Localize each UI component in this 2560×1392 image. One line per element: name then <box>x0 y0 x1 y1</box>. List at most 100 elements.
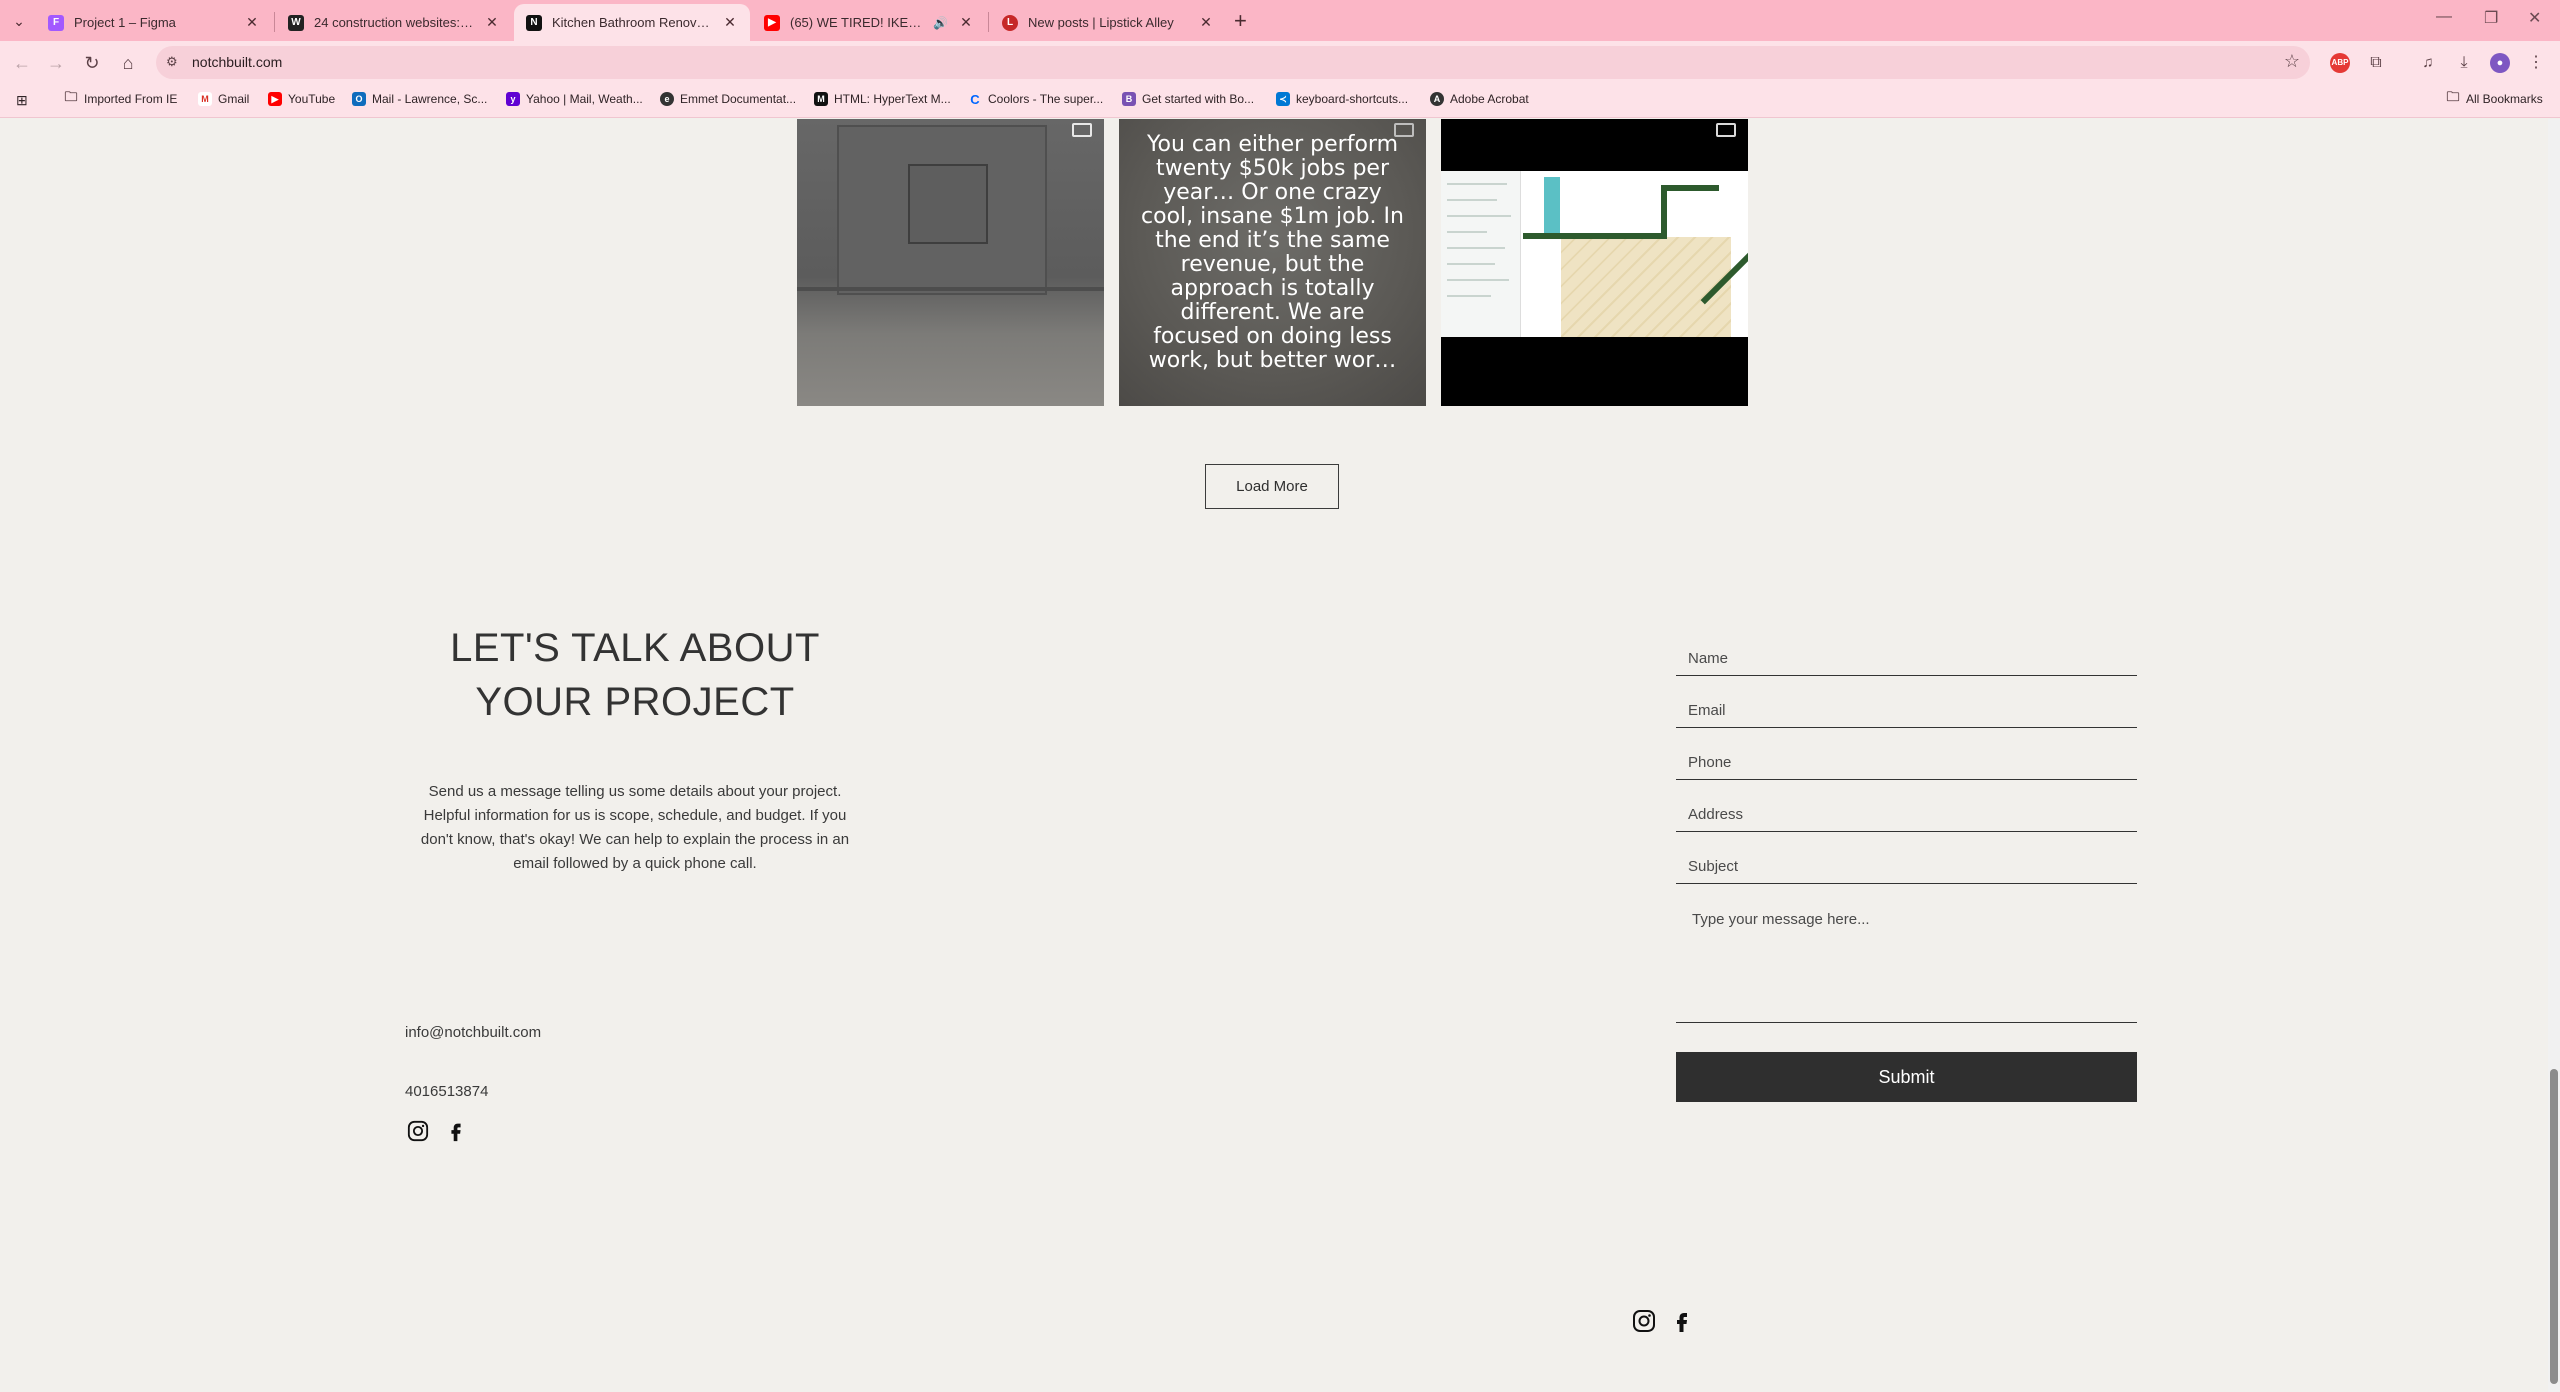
tab-title: New posts | Lipstick Alley <box>1028 15 1174 30</box>
bookmark-label: YouTube <box>288 92 336 106</box>
floor-plan-image <box>1441 171 1748 337</box>
youtube-icon: ▶ <box>268 92 282 106</box>
bookmark-label: keyboard-shortcuts... <box>1296 92 1409 106</box>
tab-notchbuilt[interactable]: N Kitchen Bathroom Renovations ✕ <box>514 4 750 41</box>
wix-icon: W <box>288 14 304 31</box>
acrobat-icon: A <box>1430 92 1444 106</box>
yahoo-icon: y <box>506 92 520 106</box>
new-tab-icon[interactable]: + <box>1234 8 1247 34</box>
facebook-icon[interactable] <box>1670 1309 1694 1333</box>
close-icon[interactable]: ✕ <box>244 14 260 31</box>
contact-email-link[interactable]: info@notchbuilt.com <box>405 1024 541 1041</box>
audio-playing-icon[interactable]: 🔊 <box>933 16 948 30</box>
instagram-icon[interactable] <box>1632 1309 1656 1333</box>
page-content: You can either perform twenty $50k jobs … <box>0 119 2548 1392</box>
bookmark-vscode-shortcuts[interactable]: ≺ keyboard-shortcuts... <box>1276 92 1408 106</box>
plan-sidebar <box>1441 171 1521 337</box>
home-icon[interactable]: ⌂ <box>116 51 140 75</box>
tab-construction-websites[interactable]: W 24 construction websites: exam ✕ <box>276 4 512 41</box>
bookmark-emmet[interactable]: e Emmet Documentat... <box>660 92 796 106</box>
bookmark-imported-from-ie[interactable]: 🗀 Imported From IE <box>64 89 178 106</box>
close-icon[interactable]: ✕ <box>722 14 738 31</box>
menu-icon[interactable]: ⋮ <box>2526 53 2546 73</box>
gmail-icon: M <box>198 92 212 106</box>
extensions-icon[interactable]: ⧉ <box>2366 53 2386 73</box>
facebook-icon[interactable] <box>444 1119 468 1143</box>
restore-icon[interactable]: ❐ <box>2484 8 2498 28</box>
bookmark-label: Imported From IE <box>84 92 178 106</box>
instagram-post-floor-plan[interactable] <box>1441 119 1748 406</box>
name-field[interactable] <box>1676 641 2137 676</box>
bookmark-yahoo[interactable]: y Yahoo | Mail, Weath... <box>506 92 643 106</box>
tab-title: (65) WE TIRED! IKECHI IS A <box>790 15 923 30</box>
contact-phone: 4016513874 <box>405 1083 489 1100</box>
close-icon[interactable]: ✕ <box>484 14 500 31</box>
bookmark-label: Adobe Acrobat <box>1450 92 1529 106</box>
url-text: notchbuilt.com <box>192 54 283 70</box>
forward-icon[interactable]: → <box>44 51 68 75</box>
coolors-icon: C <box>970 91 980 107</box>
tab-lipstick-alley[interactable]: L New posts | Lipstick Alley ✕ <box>990 4 1226 41</box>
scrollbar-thumb[interactable] <box>2550 1069 2558 1384</box>
address-field[interactable] <box>1676 797 2137 832</box>
all-bookmarks-button[interactable]: 🗀 All Bookmarks <box>2446 89 2542 106</box>
page-scrollbar[interactable] <box>2548 119 2560 1392</box>
tab-youtube-video[interactable]: ▶ (65) WE TIRED! IKECHI IS A 🔊 ✕ <box>752 4 986 41</box>
bookmark-youtube[interactable]: ▶ YouTube <box>268 92 335 106</box>
bookmarks-bar: ⊞ 🗀 Imported From IE M Gmail ▶ YouTube O… <box>0 84 2560 118</box>
countertop-edge <box>797 287 1104 291</box>
close-icon[interactable]: ✕ <box>958 14 974 31</box>
address-bar[interactable]: ⚙ notchbuilt.com ☆ <box>156 46 2310 79</box>
subject-field[interactable] <box>1676 849 2137 884</box>
reload-icon[interactable]: ↻ <box>80 51 104 75</box>
footer-social-links <box>1632 1309 1694 1333</box>
bookmark-label: Mail - Lawrence, Sc... <box>372 92 488 106</box>
back-icon[interactable]: ← <box>10 51 34 75</box>
bookmark-label: Get started with Bo... <box>1142 92 1255 106</box>
mdn-icon: M <box>814 92 828 106</box>
browser-tab-bar: ⌄ F Project 1 – Figma ✕ W 24 constructio… <box>0 0 2560 41</box>
instagram-post-quote[interactable]: You can either perform twenty $50k jobs … <box>1119 119 1426 406</box>
site-info-icon[interactable]: ⚙ <box>166 54 178 70</box>
apps-grid-icon[interactable]: ⊞ <box>16 92 28 109</box>
heading-line-1: LET'S TALK ABOUT <box>450 626 820 670</box>
bookmark-label: Coolors - The super... <box>988 92 1104 106</box>
tab-figma[interactable]: F Project 1 – Figma ✕ <box>36 4 272 41</box>
tab-search-icon[interactable]: ⌄ <box>8 10 30 32</box>
bookmark-adobe-acrobat[interactable]: A Adobe Acrobat <box>1430 92 1529 106</box>
bookmark-mdn-html[interactable]: M HTML: HyperText M... <box>814 92 951 106</box>
downloads-icon[interactable]: ⤓ <box>2454 53 2474 73</box>
minimize-icon[interactable]: — <box>2436 8 2452 26</box>
bookmark-outlook[interactable]: O Mail - Lawrence, Sc... <box>352 92 487 106</box>
window-close-icon[interactable]: ✕ <box>2528 8 2541 28</box>
folder-icon: 🗀 <box>2446 89 2460 104</box>
adblock-icon[interactable]: ABP <box>2330 53 2350 73</box>
bookmark-gmail[interactable]: M Gmail <box>198 92 249 106</box>
message-field[interactable] <box>1676 899 2137 1023</box>
tab-title: 24 construction websites: exam <box>314 15 474 30</box>
plan-teal-element <box>1544 177 1560 237</box>
contact-description: Send us a message telling us some detail… <box>420 783 850 872</box>
media-control-icon[interactable]: ♫ <box>2418 53 2438 73</box>
email-field[interactable] <box>1676 693 2137 728</box>
heading-line-2: YOUR PROJECT <box>475 680 795 724</box>
phone-field[interactable] <box>1676 745 2137 780</box>
bookmark-label: Gmail <box>218 92 250 106</box>
bookmark-star-icon[interactable]: ☆ <box>2284 51 2300 72</box>
submit-button[interactable]: Submit <box>1676 1052 2137 1102</box>
instagram-icon[interactable] <box>406 1119 430 1143</box>
tab-title: Project 1 – Figma <box>74 15 176 30</box>
bookmark-coolors[interactable]: C Coolors - The super... <box>968 91 1104 107</box>
contact-social-links <box>406 1119 468 1143</box>
folder-icon: 🗀 <box>64 89 78 104</box>
load-more-button[interactable]: Load More <box>1205 464 1339 509</box>
instagram-post-switch-plate[interactable] <box>797 119 1104 406</box>
plan-floor <box>1561 237 1731 337</box>
bookmark-label: HTML: HyperText M... <box>834 92 951 106</box>
tab-divider <box>274 12 275 32</box>
profile-avatar[interactable]: ● <box>2490 53 2510 73</box>
carousel-icon <box>1072 123 1092 137</box>
bookmark-bootstrap[interactable]: B Get started with Bo... <box>1122 92 1254 106</box>
lipstick-icon: L <box>1002 14 1018 31</box>
close-icon[interactable]: ✕ <box>1198 14 1214 31</box>
